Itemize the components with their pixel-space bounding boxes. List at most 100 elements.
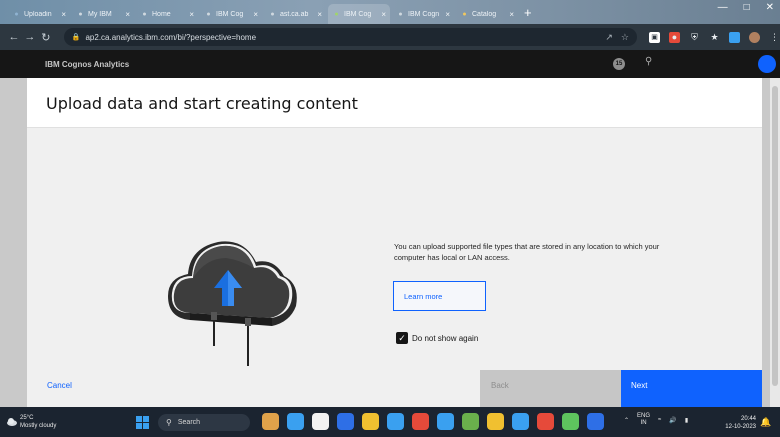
browser-tab[interactable]: ● IBM Cog × [200, 4, 262, 24]
sidepanel-icon[interactable] [729, 31, 740, 43]
tab-close-icon[interactable]: × [317, 10, 322, 19]
close-window-icon[interactable]: ✕ [766, 2, 774, 13]
taskbar-app-icon[interactable] [362, 413, 379, 430]
checkbox-label[interactable]: Do not show again [412, 334, 478, 343]
system-tray: ⌃ ENG IN ≈ 🔊 ▮ [624, 413, 688, 427]
taskbar-app-icon[interactable] [437, 413, 454, 430]
browser-tab[interactable]: ● My IBM × [72, 4, 134, 24]
clock[interactable]: 20:44 12-10-2023 [712, 415, 756, 431]
minimize-icon[interactable]: — [718, 2, 728, 13]
new-tab-button[interactable]: + [524, 4, 532, 24]
windows-start-icon[interactable] [136, 416, 149, 429]
taskbar-app-icon[interactable] [512, 413, 529, 430]
speaker-icon[interactable]: 🔊 [669, 417, 676, 424]
app-header: IBM Cognos Analytics 15 ⚲ [0, 50, 780, 78]
learn-more-button[interactable]: Learn more [393, 281, 486, 311]
battery-icon[interactable]: ▮ [685, 417, 688, 424]
tab-label: My IBM [88, 10, 112, 18]
taskbar-app-icon[interactable] [262, 413, 279, 430]
tab-label: Uploadin [24, 10, 52, 18]
bookmark-star-icon[interactable]: ☆ [621, 32, 629, 43]
address-bar[interactable]: 🔒 ap2.ca.analytics.ibm.com/bi/?perspecti… [63, 28, 637, 46]
taskbar-app-icon[interactable] [462, 413, 479, 430]
taskbar-app-icon[interactable] [387, 413, 404, 430]
dialog-header: Upload data and start creating content [27, 78, 762, 128]
check-icon: ● [334, 10, 339, 18]
lang-code: ENG [637, 413, 651, 419]
shield-icon[interactable]: ⛨ [689, 32, 700, 43]
notification-badge[interactable]: 15 [613, 58, 625, 70]
extension-icon[interactable]: ▣ [649, 31, 660, 43]
browser-tab[interactable]: ● IBM Cog × [328, 4, 390, 24]
tab-close-icon[interactable]: × [61, 10, 66, 19]
clock-date: 12-10-2023 [725, 424, 756, 430]
tab-label: IBM Cogn [408, 10, 440, 18]
browser-toolbar: ← → ↻ 🔒 ap2.ca.analytics.ibm.com/bi/?per… [0, 24, 780, 50]
page-icon: ● [270, 10, 275, 18]
taskbar-app-icon[interactable] [487, 413, 504, 430]
tab-close-icon[interactable]: × [253, 10, 258, 19]
weather-widget[interactable]: 25°C Mostly cloudy [20, 414, 56, 430]
extension-icon[interactable]: ● [669, 31, 680, 43]
back-button[interactable]: Back [480, 370, 621, 407]
user-avatar[interactable] [758, 55, 776, 73]
taskbar-app-icon[interactable] [537, 413, 554, 430]
weather-temp: 25°C [20, 415, 34, 421]
browser-tab[interactable]: ● Catalog × [456, 4, 518, 24]
menu-kebab-icon[interactable]: ⋮ [769, 32, 780, 43]
taskbar-app-icon[interactable] [287, 413, 304, 430]
taskbar-apps [262, 413, 604, 430]
tab-list: ● Uploadin × ● My IBM × ● Home × ● IBM Cog × ● ast.ca… [8, 0, 520, 24]
restore-icon[interactable]: □ [744, 2, 750, 13]
checkbox-checked-icon[interactable]: ✓ [396, 332, 408, 344]
dialog-footer: Cancel Back Next [27, 370, 762, 407]
next-button[interactable]: Next [621, 370, 762, 407]
forward-arrow-icon[interactable]: → [22, 31, 38, 43]
lock-icon: 🔒 [71, 34, 81, 41]
clock-time: 20:44 [740, 416, 756, 422]
taskbar-app-icon[interactable] [412, 413, 429, 430]
cloud-upload-illustration [168, 241, 297, 366]
taskbar-search-input[interactable]: ⚲ Search [158, 414, 250, 431]
dialog-description: You can upload supported file types that… [394, 242, 660, 262]
url-text[interactable]: ap2.ca.analytics.ibm.com/bi/?perspective… [85, 33, 597, 42]
tab-label: Home [152, 10, 171, 18]
reload-icon[interactable]: ↻ [38, 31, 54, 44]
tab-label: IBM Cog [344, 10, 372, 18]
tab-close-icon[interactable]: × [445, 10, 450, 19]
back-arrow-icon[interactable]: ← [6, 31, 22, 43]
cancel-button[interactable]: Cancel [47, 381, 72, 390]
puzzle-icon[interactable]: ★ [709, 32, 720, 43]
taskbar-app-icon[interactable] [312, 413, 329, 430]
share-icon[interactable]: ↗ [605, 32, 613, 43]
tab-close-icon[interactable]: × [381, 10, 386, 19]
taskbar-app-icon[interactable] [587, 413, 604, 430]
wifi-icon[interactable]: ≈ [658, 417, 661, 423]
ibm-icon: ● [398, 10, 403, 18]
lang-region: IN [640, 420, 647, 426]
notification-bell-icon[interactable]: 🔔 [760, 417, 771, 428]
taskbar-app-icon[interactable] [562, 413, 579, 430]
profile-avatar-icon[interactable] [749, 31, 760, 43]
tab-label: Catalog [472, 10, 497, 18]
browser-tab[interactable]: ● ast.ca.ab × [264, 4, 326, 24]
ibm-icon: ● [206, 10, 211, 18]
search-icon: ⚲ [166, 418, 172, 427]
browser-tab[interactable]: ● Home × [136, 4, 198, 24]
browser-tab[interactable]: ● IBM Cogn × [392, 4, 454, 24]
window-controls: — □ ✕ [718, 2, 774, 13]
scrollbar[interactable] [770, 78, 780, 407]
search-icon[interactable]: ⚲ [645, 56, 652, 67]
language-indicator[interactable]: ENG IN [637, 413, 650, 427]
tab-close-icon[interactable]: × [189, 10, 194, 19]
browser-tab-strip: ● Uploadin × ● My IBM × ● Home × ● IBM Cog × ● ast.ca… [0, 0, 780, 24]
app-brand[interactable]: IBM Cognos Analytics [45, 60, 129, 69]
browser-tab[interactable]: ● Uploadin × [8, 4, 70, 24]
scrollbar-thumb[interactable] [772, 86, 778, 386]
tab-close-icon[interactable]: × [125, 10, 130, 19]
windows-taskbar: 25°C Mostly cloudy ⚲ Search ⌃ ENG IN ≈ 🔊 … [0, 407, 780, 437]
do-not-show-again-row[interactable]: ✓ Do not show again [396, 332, 478, 344]
taskbar-app-icon[interactable] [337, 413, 354, 430]
tab-close-icon[interactable]: × [509, 10, 514, 19]
chevron-up-icon[interactable]: ⌃ [624, 417, 629, 424]
